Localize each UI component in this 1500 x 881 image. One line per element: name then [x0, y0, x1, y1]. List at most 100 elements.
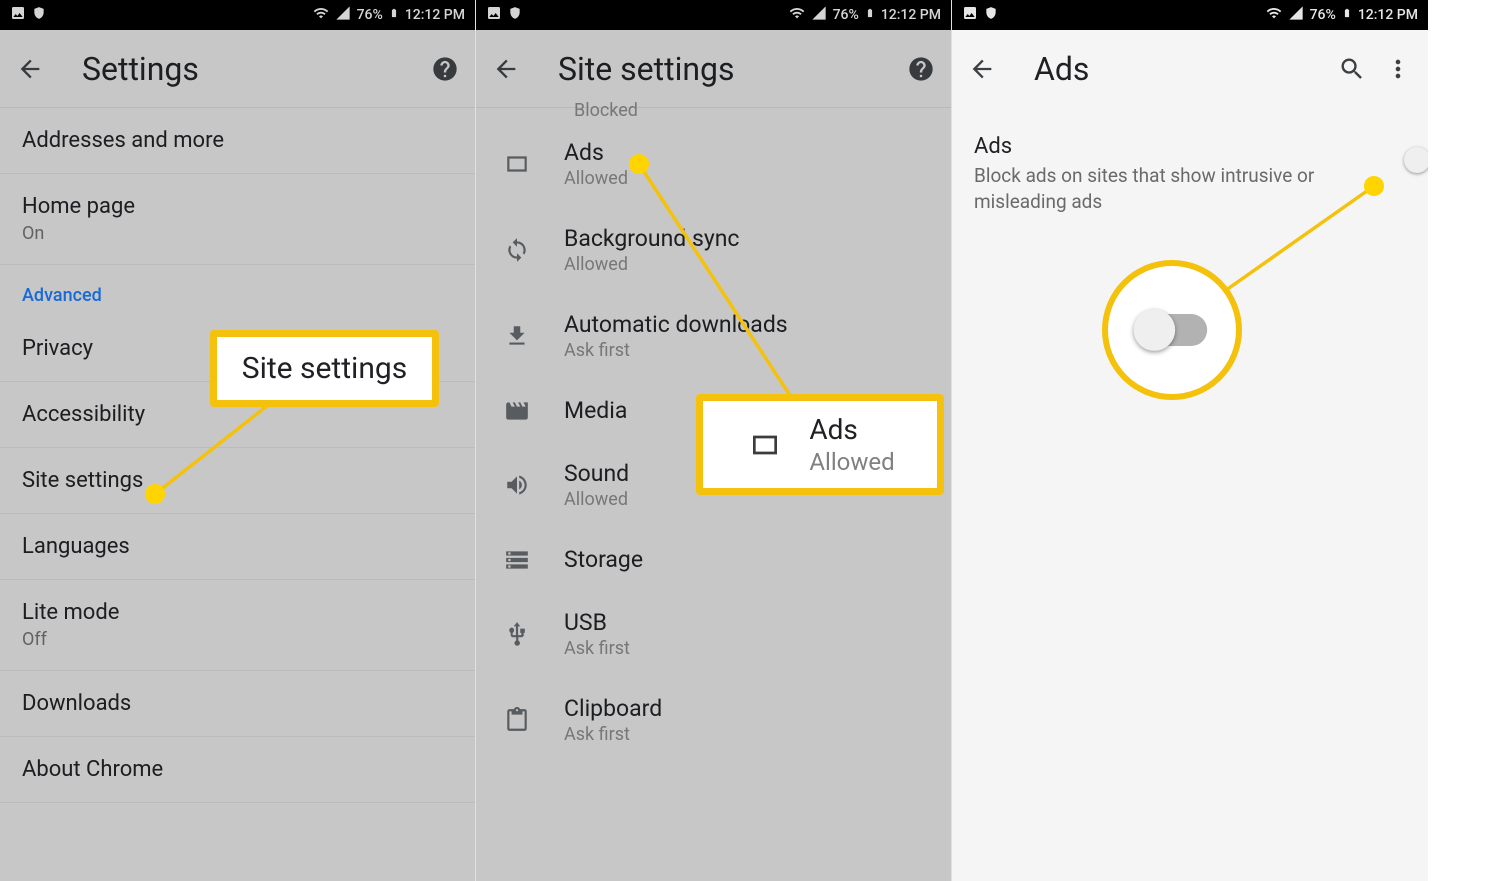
- signal-icon: [811, 5, 827, 25]
- item-label: About Chrome: [22, 757, 453, 782]
- overflow-icon[interactable]: [1380, 51, 1416, 87]
- ads-description: Block ads on sites that show intrusive o…: [974, 163, 1386, 214]
- row-sub: Ask first: [564, 340, 788, 361]
- sound-icon: [498, 472, 536, 498]
- storage-icon: [498, 547, 536, 573]
- blocked-peek: Blocked: [476, 100, 951, 121]
- battery-icon: [389, 5, 399, 25]
- item-label: Addresses and more: [22, 128, 453, 153]
- screen-site-settings: 76% 12:12 PM Site settings Blocked: [476, 0, 952, 881]
- row-label: Automatic downloads: [564, 311, 788, 338]
- media-icon: [498, 398, 536, 424]
- back-icon[interactable]: [12, 51, 48, 87]
- picture-icon: [486, 5, 502, 25]
- status-battery-pct: 76%: [1310, 7, 1336, 23]
- callout-ads-allowed: Ads Allowed: [696, 394, 944, 495]
- screen-settings: 76% 12:12 PM Settings Addresses and more: [0, 0, 476, 881]
- usb-icon: [498, 621, 536, 647]
- row-label: Sound: [564, 460, 629, 487]
- row-automatic-downloads[interactable]: Automatic downloads Ask first: [476, 293, 951, 379]
- battery-icon: [865, 5, 875, 25]
- help-icon[interactable]: [427, 51, 463, 87]
- row-label: USB: [564, 609, 630, 636]
- row-label: Media: [564, 397, 627, 424]
- powersave-icon: [508, 6, 522, 24]
- back-icon[interactable]: [488, 51, 524, 87]
- signal-icon: [1288, 5, 1304, 25]
- page-title: Settings: [66, 50, 409, 88]
- item-label: Languages: [22, 534, 453, 559]
- clipboard-icon: [498, 707, 536, 733]
- row-storage[interactable]: Storage: [476, 528, 951, 591]
- appbar-settings: Settings: [0, 30, 475, 108]
- item-downloads[interactable]: Downloads: [0, 671, 475, 737]
- callout-toggle-zoom: [1102, 260, 1242, 400]
- wifi-icon: [313, 5, 329, 25]
- picture-icon: [962, 5, 978, 25]
- item-home-page[interactable]: Home page On: [0, 174, 475, 265]
- wifi-icon: [1266, 5, 1282, 25]
- page-title: Site settings: [542, 50, 885, 88]
- callout-site-settings: Site settings: [210, 330, 439, 407]
- status-battery-pct: 76%: [833, 7, 859, 23]
- row-sub: Allowed: [564, 168, 628, 189]
- appbar-ads: Ads: [952, 30, 1428, 108]
- row-clipboard[interactable]: Clipboard Ask first: [476, 677, 951, 763]
- status-bar: 76% 12:12 PM: [476, 0, 951, 30]
- highlight-dot-site-settings: [145, 484, 165, 504]
- status-time: 12:12 PM: [1358, 7, 1418, 23]
- search-icon[interactable]: [1334, 51, 1370, 87]
- status-bar: 76% 12:12 PM: [0, 0, 475, 30]
- ads-icon: [745, 429, 785, 461]
- row-ads[interactable]: Ads Allowed: [476, 121, 951, 207]
- section-advanced: Advanced: [0, 265, 475, 316]
- page-title: Ads: [1018, 50, 1316, 88]
- ads-toggle-row[interactable]: Ads Block ads on sites that show intrusi…: [952, 108, 1428, 240]
- item-label: Home page: [22, 194, 453, 219]
- sync-icon: [498, 237, 536, 263]
- picture-icon: [10, 5, 26, 25]
- screen-ads: 76% 12:12 PM Ads A: [952, 0, 1428, 881]
- status-time: 12:12 PM: [881, 7, 941, 23]
- download-icon: [498, 323, 536, 349]
- powersave-icon: [984, 6, 998, 24]
- item-label: Downloads: [22, 691, 453, 716]
- callout-label: Site settings: [222, 337, 427, 400]
- item-addresses-more[interactable]: Addresses and more: [0, 108, 475, 174]
- status-battery-pct: 76%: [357, 7, 383, 23]
- item-languages[interactable]: Languages: [0, 514, 475, 580]
- item-sub: Off: [22, 629, 453, 650]
- item-label: Lite mode: [22, 600, 453, 625]
- help-icon[interactable]: [903, 51, 939, 87]
- row-sub: Allowed: [564, 254, 739, 275]
- row-label: Storage: [564, 546, 643, 573]
- row-sub: Ask first: [564, 638, 630, 659]
- row-label: Ads: [564, 139, 628, 166]
- ads-label: Ads: [974, 134, 1386, 159]
- item-label: Site settings: [22, 468, 453, 493]
- item-lite-mode[interactable]: Lite mode Off: [0, 580, 475, 671]
- row-background-sync[interactable]: Background sync Allowed: [476, 207, 951, 293]
- powersave-icon: [32, 6, 46, 24]
- callout-sub: Allowed: [809, 448, 894, 476]
- settings-list: Addresses and more Home page On Advanced…: [0, 108, 475, 803]
- item-sub: On: [22, 223, 453, 244]
- row-usb[interactable]: USB Ask first: [476, 591, 951, 677]
- ads-icon: [498, 151, 536, 177]
- highlight-dot-toggle: [1364, 176, 1384, 196]
- highlight-dot-ads: [629, 154, 649, 174]
- status-time: 12:12 PM: [405, 7, 465, 23]
- back-icon[interactable]: [964, 51, 1000, 87]
- battery-icon: [1342, 5, 1352, 25]
- row-label: Background sync: [564, 225, 739, 252]
- callout-label: Ads: [809, 413, 894, 446]
- item-site-settings[interactable]: Site settings: [0, 448, 475, 514]
- row-sub: Allowed: [564, 489, 629, 510]
- item-about-chrome[interactable]: About Chrome: [0, 737, 475, 803]
- wifi-icon: [789, 5, 805, 25]
- signal-icon: [335, 5, 351, 25]
- row-sub: Ask first: [564, 724, 662, 745]
- appbar-site-settings: Site settings: [476, 30, 951, 108]
- row-label: Clipboard: [564, 695, 662, 722]
- status-bar: 76% 12:12 PM: [952, 0, 1428, 30]
